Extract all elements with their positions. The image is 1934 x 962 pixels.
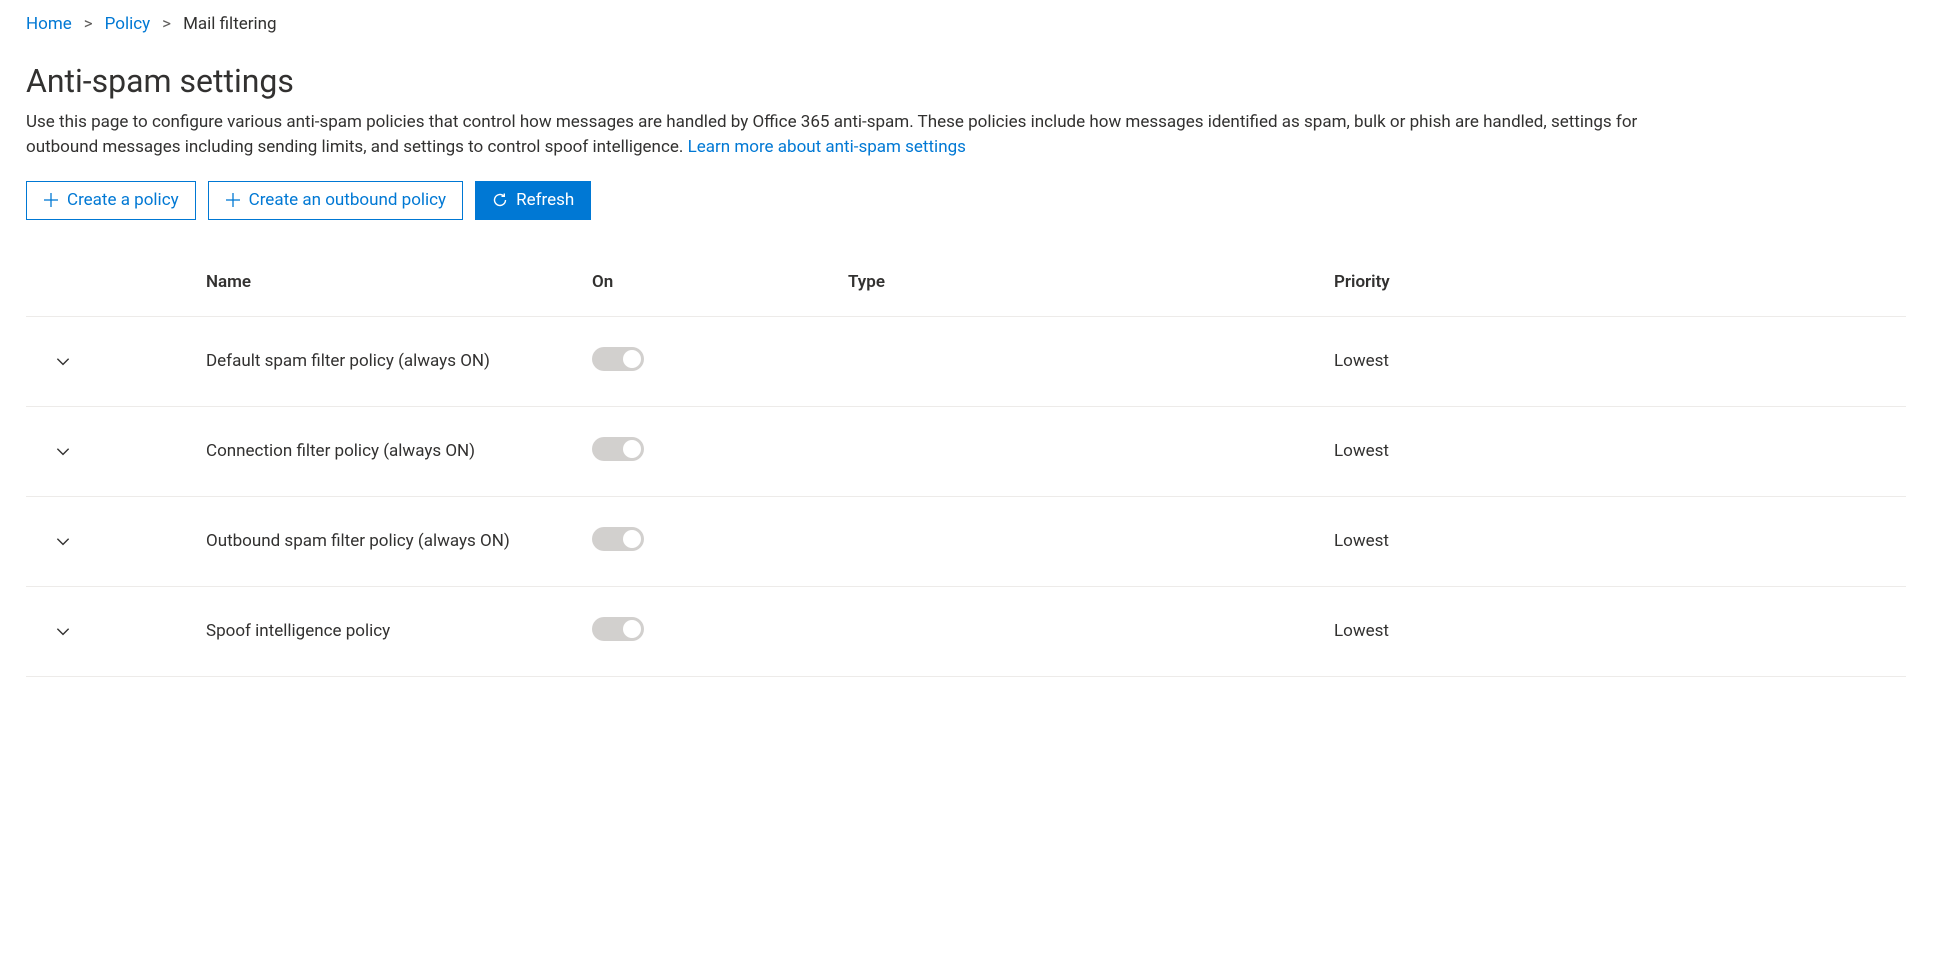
expand-row-button[interactable] (50, 438, 76, 464)
breadcrumb-separator-icon: > (84, 14, 93, 34)
learn-more-link[interactable]: Learn more about anti-spam settings (688, 137, 966, 157)
breadcrumb: Home > Policy > Mail filtering (26, 14, 1906, 34)
create-outbound-label: Create an outbound policy (249, 190, 446, 210)
breadcrumb-separator-icon: > (162, 14, 171, 34)
policy-priority: Lowest (1326, 316, 1906, 406)
policy-type (840, 406, 1326, 496)
policy-type (840, 316, 1326, 406)
action-bar: Create a policy Create an outbound polic… (26, 181, 1906, 219)
plus-icon (225, 192, 241, 208)
toggle-knob-icon (623, 440, 641, 458)
expand-row-button[interactable] (50, 348, 76, 374)
toggle-knob-icon (623, 350, 641, 368)
chevron-down-icon (54, 442, 72, 460)
policy-toggle[interactable] (592, 527, 644, 551)
page-title: Anti-spam settings (26, 62, 1906, 100)
expand-row-button[interactable] (50, 618, 76, 644)
table-row[interactable]: Connection filter policy (always ON) Low… (26, 406, 1906, 496)
create-outbound-policy-button[interactable]: Create an outbound policy (208, 181, 463, 219)
chevron-down-icon (54, 352, 72, 370)
plus-icon (43, 192, 59, 208)
toggle-knob-icon (623, 620, 641, 638)
policy-toggle[interactable] (592, 347, 644, 371)
chevron-down-icon (54, 532, 72, 550)
policy-name: Spoof intelligence policy (198, 586, 584, 676)
policy-priority: Lowest (1326, 406, 1906, 496)
policy-type (840, 586, 1326, 676)
breadcrumb-link-policy[interactable]: Policy (105, 14, 151, 34)
policy-name: Default spam filter policy (always ON) (198, 316, 584, 406)
toggle-knob-icon (623, 530, 641, 548)
breadcrumb-current: Mail filtering (183, 14, 277, 34)
table-row[interactable]: Spoof intelligence policy Lowest (26, 586, 1906, 676)
column-header-on[interactable]: On (584, 260, 840, 317)
create-policy-button[interactable]: Create a policy (26, 181, 196, 219)
table-row[interactable]: Default spam filter policy (always ON) L… (26, 316, 1906, 406)
chevron-down-icon (54, 622, 72, 640)
policy-table: Name On Type Priority De (26, 260, 1906, 677)
policy-priority: Lowest (1326, 586, 1906, 676)
page-description: Use this page to configure various anti-… (26, 110, 1706, 159)
refresh-label: Refresh (516, 190, 574, 210)
policy-toggle[interactable] (592, 617, 644, 641)
policy-type (840, 496, 1326, 586)
column-header-type[interactable]: Type (840, 260, 1326, 317)
column-header-name[interactable]: Name (198, 260, 584, 317)
breadcrumb-link-home[interactable]: Home (26, 14, 72, 34)
expand-row-button[interactable] (50, 528, 76, 554)
column-header-expand (26, 260, 198, 317)
refresh-button[interactable]: Refresh (475, 181, 591, 219)
policy-name: Connection filter policy (always ON) (198, 406, 584, 496)
policy-priority: Lowest (1326, 496, 1906, 586)
create-policy-label: Create a policy (67, 190, 179, 210)
policy-name: Outbound spam filter policy (always ON) (198, 496, 584, 586)
refresh-icon (492, 192, 508, 208)
column-header-priority[interactable]: Priority (1326, 260, 1906, 317)
table-row[interactable]: Outbound spam filter policy (always ON) … (26, 496, 1906, 586)
policy-toggle[interactable] (592, 437, 644, 461)
